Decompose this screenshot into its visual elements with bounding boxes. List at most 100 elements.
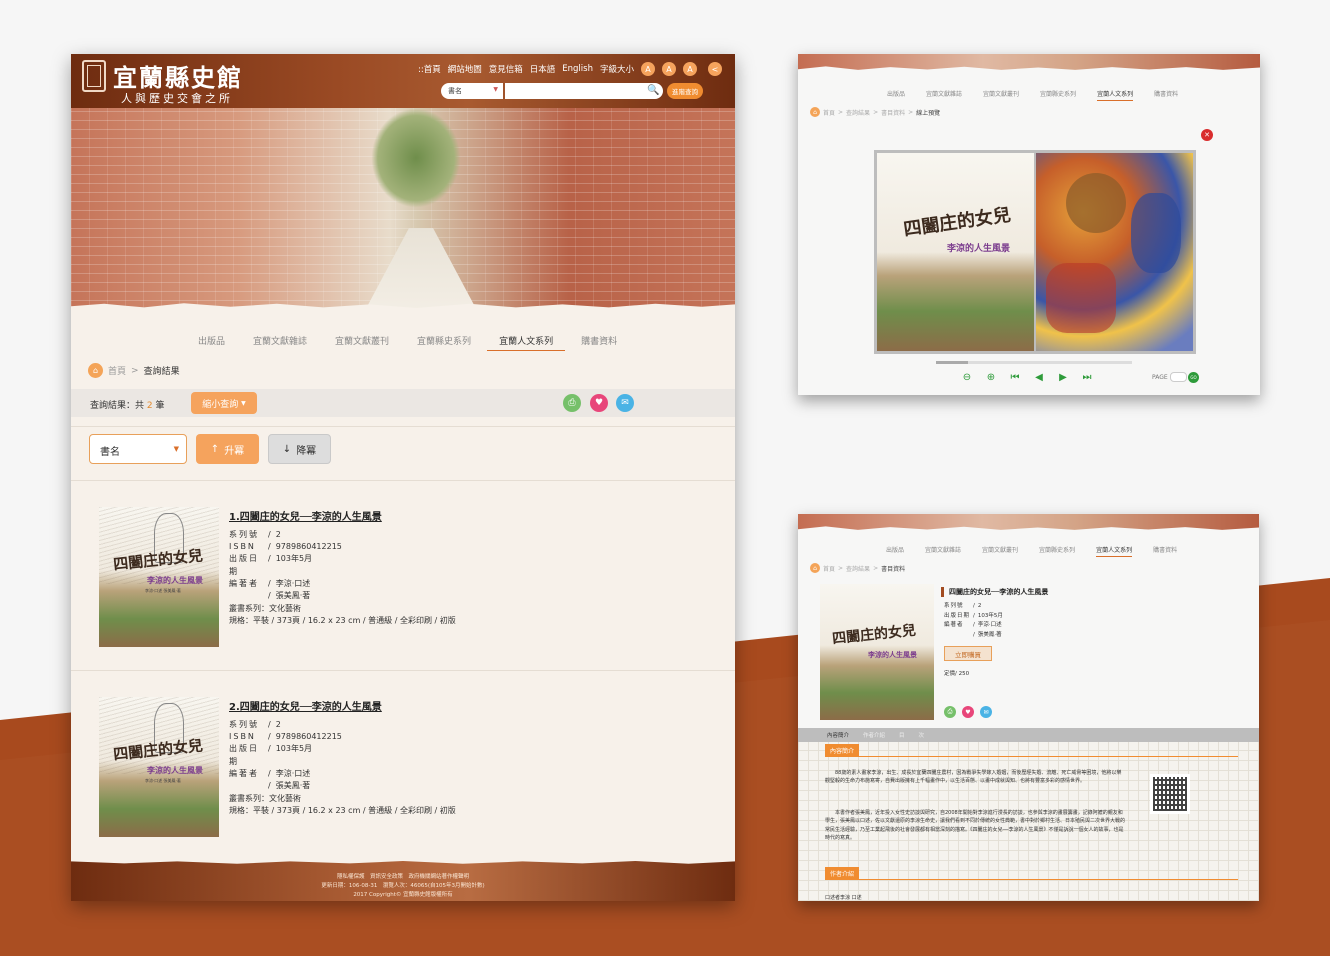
book-page-left: 四闔庄的女兒 李涼的人生風景 [877,153,1034,351]
category-humanities[interactable]: 宜蘭人文系列 [1097,89,1134,101]
zoom-in-icon[interactable]: ⊕ [986,372,996,383]
home-icon[interactable]: ⌂ [810,563,820,573]
breadcrumb-home[interactable]: 首頁 [108,364,126,377]
top-nav-home[interactable]: ::首頁 [418,63,441,75]
mail-icon[interactable]: ✉ [980,706,992,718]
result-label-suffix: 筆 [155,401,165,411]
breadcrumb-separator: > [873,564,879,572]
chevron-down-icon: ▼ [173,445,179,453]
print-icon[interactable]: ⎙ [944,706,956,718]
font-medium-button[interactable]: A [662,62,676,76]
category-county-history[interactable]: 宜蘭縣史系列 [417,334,471,351]
mail-icon[interactable]: ✉ [616,394,634,412]
category-publications[interactable]: 出版品 [887,89,905,101]
category-county-history[interactable]: 宜蘭縣史系列 [1040,89,1076,101]
search-input[interactable] [505,83,663,99]
close-icon[interactable]: ✕ [1201,129,1213,141]
heart-icon[interactable]: ♥ [590,394,608,412]
buy-now-button[interactable]: 立即購買 [944,646,992,661]
meta-key: ISBN [229,542,256,552]
meta-key: ISBN [229,732,256,742]
category-purchase-info[interactable]: 購書資料 [581,334,617,351]
meta-key: 出版日期 [229,744,259,766]
divider [71,480,735,481]
heart-icon[interactable]: ♥ [962,706,974,718]
search-field-select[interactable]: 書名 ▼ [441,83,503,99]
category-humanities[interactable]: 宜蘭人文系列 [1096,545,1133,557]
entry-title[interactable]: 1.四闔庄的女兒──李涼的人生風景 [229,508,382,523]
book-cover[interactable]: 四闔庄的女兒 李涼的人生風景 李涼‧口述 張美鳳‧著 [99,507,219,647]
sort-ascending-label: 升冪 [224,445,245,457]
tab-introduction[interactable]: 內容簡介 [827,731,849,739]
tab-toc-2[interactable]: 次 [919,731,925,739]
book-cover-byline: 李涼‧口述 張美鳳‧著 [145,588,181,593]
font-small-button[interactable]: A [641,62,655,76]
page-scrubber[interactable] [936,361,1132,364]
font-large-button[interactable]: A [683,62,697,76]
book-cover-title: 四闔庄的女兒 [831,622,917,648]
category-purchase-info[interactable]: 購書資料 [1153,545,1177,557]
print-icon[interactable]: ⎙ [563,394,581,412]
category-journal[interactable]: 宜蘭文獻雜誌 [253,334,307,351]
first-page-icon[interactable]: ⏮ [1010,372,1020,383]
book-cover[interactable]: 四闔庄的女兒 李涼的人生風景 李涼‧口述 張美鳳‧著 [99,697,219,837]
category-humanities[interactable]: 宜蘭人文系列 [487,334,566,351]
breadcrumb-results[interactable]: 查詢結果 [846,564,870,573]
series-number: 2 [977,603,982,609]
narrow-search-button[interactable]: 縮小查詢 ▼ [191,392,257,414]
chevron-down-icon: ▼ [493,86,498,93]
top-nav-sitemap[interactable]: 網站地圖 [448,63,482,75]
category-nav: 出版品 宜蘭文獻雜誌 宜蘭文獻叢刊 宜蘭縣史系列 宜蘭人文系列 購書資料 [887,89,1178,101]
top-nav: ::首頁 網站地圖 意見信箱 日本語 English 字級大小 A A A < [418,62,722,76]
entry-title[interactable]: 2.四闔庄的女兒──李涼的人生風景 [229,698,382,713]
sort-ascending-button[interactable]: ↑ 升冪 [196,434,259,464]
tab-toc-1[interactable]: 目 [899,731,905,739]
author-intro: 口述者李涼 口述 [825,895,862,901]
section-rule [825,756,1238,757]
book-title: 四闔庄的女兒──李涼的人生風景 [941,587,1048,597]
main-page: 宜蘭縣史館 人與歷史交會之所 ::首頁 網站地圖 意見信箱 日本語 Englis… [71,54,735,901]
divider [71,426,735,427]
breadcrumb-home[interactable]: 首頁 [823,564,835,573]
home-icon[interactable]: ⌂ [810,107,820,117]
category-purchase-info[interactable]: 購書資料 [1154,89,1178,101]
breadcrumb-home[interactable]: 首頁 [823,108,835,117]
advanced-search-button[interactable]: 進階查詢 [667,83,703,99]
category-county-history[interactable]: 宜蘭縣史系列 [1039,545,1075,557]
search-icon[interactable]: 🔍 [647,85,659,97]
result-number: 2 [146,401,153,411]
category-publications[interactable]: 出版品 [198,334,225,351]
breadcrumb-results[interactable]: 查詢結果 [846,108,870,117]
page-number-input[interactable] [1170,372,1187,382]
scrubber-handle[interactable] [936,361,968,364]
last-page-icon[interactable]: ⏭ [1082,372,1092,383]
sort-field-select[interactable]: 書名 ▼ [89,434,187,464]
breadcrumb-separator: > [873,108,879,116]
footer-links[interactable]: 隱私權保護 資訊安全政策 政府機關網站著作權聲明 [71,872,735,880]
category-journal[interactable]: 宜蘭文獻雜誌 [926,89,962,101]
share-icon[interactable]: < [708,62,722,76]
breadcrumb-separator: > [908,108,914,116]
zoom-out-icon[interactable]: ⊖ [962,372,972,383]
tab-author[interactable]: 作者介紹 [863,731,885,739]
category-series-books[interactable]: 宜蘭文獻叢刊 [982,545,1018,557]
page-go-button[interactable]: GO [1188,372,1199,383]
category-journal[interactable]: 宜蘭文獻雜誌 [925,545,961,557]
prev-page-icon[interactable]: ◀ [1034,372,1044,383]
sort-descending-button[interactable]: ↓ 降冪 [268,434,331,464]
meta-key: 系列號 [944,603,964,609]
book-viewer[interactable]: 四闔庄的女兒 李涼的人生風景 [874,150,1196,354]
site-subtitle: 人與歷史交會之所 [121,92,233,105]
home-icon[interactable]: ⌂ [88,363,103,378]
category-series-books[interactable]: 宜蘭文獻叢刊 [335,334,389,351]
book-meta: 系列號/2 出版日期/103年5月 編著者 / 李涼‧口述 / 張美鳳‧著 [944,602,1003,640]
top-nav-japanese[interactable]: 日本語 [530,63,556,75]
top-nav-english[interactable]: English [562,64,593,74]
breadcrumb: ⌂ 首頁 > 查詢結果 > 書目資料 > 線上預覽 [810,107,940,117]
category-publications[interactable]: 出版品 [886,545,904,557]
next-page-icon[interactable]: ▶ [1058,372,1068,383]
top-nav-feedback[interactable]: 意見信箱 [489,63,523,75]
breadcrumb-record[interactable]: 書目資料 [881,108,905,117]
category-series-books[interactable]: 宜蘭文獻叢刊 [983,89,1019,101]
site-title[interactable]: 宜蘭縣史館 [113,58,243,93]
